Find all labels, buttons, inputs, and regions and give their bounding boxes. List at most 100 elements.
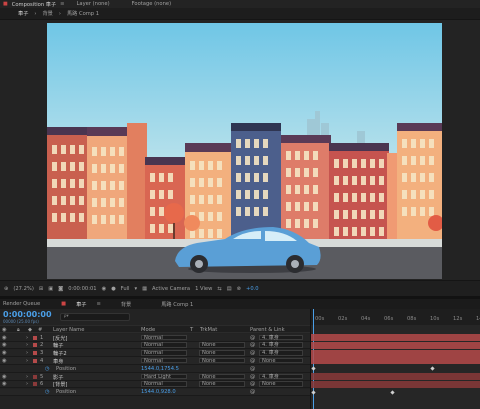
keyframe[interactable] xyxy=(430,366,435,371)
camera-dropdown[interactable]: Active Camera xyxy=(152,286,190,292)
timeline-tab-road[interactable]: 馬路 Comp 1 xyxy=(156,301,198,308)
grid-icon[interactable]: ⊞ xyxy=(39,286,43,292)
layer-name[interactable]: 輪子 xyxy=(53,342,63,349)
layer-name[interactable]: [背景] xyxy=(53,381,67,388)
label-icon[interactable]: ◆ xyxy=(28,327,32,333)
fast-preview-icon[interactable]: ⇆ xyxy=(217,286,221,292)
layer-duration-bar[interactable] xyxy=(311,357,480,365)
label-color-swatch[interactable] xyxy=(33,343,37,348)
parent-dropdown[interactable]: 4. 車身 xyxy=(259,373,303,379)
comp-tab-car[interactable]: 車子 xyxy=(12,10,34,17)
search-input[interactable]: ρ▾ xyxy=(59,313,130,321)
table-row[interactable]: ◉ › 1 [反光] Normal @ 4. 車身 xyxy=(0,334,310,342)
visibility-icon[interactable]: ◉ xyxy=(2,342,7,348)
pickwhip-icon[interactable]: @ xyxy=(250,358,255,364)
table-row[interactable]: ◉ › 4 車身 Normal None @ None xyxy=(0,357,310,365)
camera-icon[interactable]: ◙ xyxy=(58,286,63,292)
resolution-dropdown[interactable]: Full xyxy=(121,286,130,292)
tab-layer[interactable]: Layer (none) xyxy=(77,1,110,7)
layer-name[interactable]: 車身 xyxy=(53,358,63,365)
time-ruler[interactable]: 00s 02s 04s 06s 08s 10s 12s 14s xyxy=(310,309,480,325)
stopwatch-icon[interactable]: ◷ xyxy=(45,389,50,395)
layer-duration-bar[interactable] xyxy=(311,373,480,380)
column-trkmat[interactable]: TrkMat xyxy=(200,327,217,333)
expand-icon[interactable]: › xyxy=(26,342,28,348)
stopwatch-icon[interactable]: ◷ xyxy=(45,366,50,372)
pickwhip-icon[interactable]: @ xyxy=(250,381,255,387)
expand-icon[interactable]: › xyxy=(26,335,28,341)
property-value[interactable]: 1544.0,1754.5 xyxy=(141,366,179,372)
layer-duration-bar[interactable] xyxy=(311,341,480,349)
lock-icon[interactable]: 🔒︎ xyxy=(17,327,20,334)
label-color-swatch[interactable] xyxy=(33,358,37,363)
expand-icon[interactable]: › xyxy=(26,381,28,387)
tab-footage[interactable]: Footage (none) xyxy=(132,1,171,7)
label-color-swatch[interactable] xyxy=(33,374,37,379)
tab-composition[interactable]: Composition 車子 xyxy=(12,1,56,8)
exposure-value[interactable]: +0.0 xyxy=(246,286,259,292)
property-row[interactable]: ◷ Position 1544.0,1754.5 @ xyxy=(0,365,310,373)
keyframe[interactable] xyxy=(390,389,395,395)
comp-tab-background[interactable]: 背景 xyxy=(36,10,58,17)
mode-dropdown[interactable]: Normal xyxy=(141,342,187,348)
menu-icon[interactable]: ≡ xyxy=(91,301,105,307)
column-parent[interactable]: Parent & Link xyxy=(250,327,285,333)
color-icon[interactable]: ● xyxy=(111,286,116,292)
parent-dropdown[interactable]: 4. 車身 xyxy=(259,350,303,356)
trkmat-dropdown[interactable]: None xyxy=(199,373,245,379)
visibility-icon[interactable]: ◉ xyxy=(2,358,7,364)
tab-render-queue[interactable]: Render Queue xyxy=(0,301,56,307)
column-t[interactable]: T xyxy=(190,327,193,333)
viewer-timecode[interactable]: 0:00:00:01 xyxy=(68,286,96,292)
visibility-icon[interactable]: ◉ xyxy=(2,374,7,380)
zoom-dropdown[interactable]: (27.2%) xyxy=(13,286,34,292)
transparency-icon[interactable]: ▦ xyxy=(142,286,147,292)
table-row[interactable]: ◉ › 3 輪子2 Normal None @ 4. 車身 xyxy=(0,349,310,358)
timeline-tab-background[interactable]: 背景 xyxy=(116,301,136,308)
expand-icon[interactable]: › xyxy=(26,358,28,364)
parent-dropdown[interactable]: None xyxy=(259,357,303,364)
visibility-icon[interactable]: ◉ xyxy=(2,350,7,356)
mode-dropdown[interactable]: Normal xyxy=(141,357,187,364)
mode-dropdown[interactable]: Normal xyxy=(141,334,187,340)
pickwhip-icon[interactable]: @ xyxy=(250,342,255,348)
pickwhip-icon[interactable]: @ xyxy=(250,335,255,341)
menu-icon[interactable]: ≡ xyxy=(60,1,64,7)
pickwhip-icon[interactable]: @ xyxy=(250,350,255,356)
render-icon[interactable]: ▤ xyxy=(227,286,232,292)
table-row[interactable]: ◉ › 6 [背景] Normal None @ None xyxy=(0,380,310,389)
layer-name[interactable]: 影子 xyxy=(53,374,63,381)
track-area[interactable] xyxy=(310,309,480,409)
timeline-tab-car[interactable]: 車子 xyxy=(71,301,91,308)
view-layout-dropdown[interactable]: 1 View xyxy=(195,286,212,292)
property-value[interactable]: 1544.0,928.0 xyxy=(141,389,176,395)
layer-duration-bar[interactable] xyxy=(311,380,480,388)
visibility-icon[interactable]: ◉ xyxy=(2,335,7,341)
table-row[interactable]: ◉ › 2 輪子 Normal None @ 4. 車身 xyxy=(0,341,310,350)
eye-icon[interactable]: ◉ xyxy=(2,327,7,333)
pickwhip-icon[interactable]: @ xyxy=(250,374,255,380)
mode-dropdown[interactable]: Normal xyxy=(141,350,187,356)
trkmat-dropdown[interactable]: None xyxy=(199,357,245,364)
mode-dropdown[interactable]: Hard Light xyxy=(141,373,187,379)
trkmat-dropdown[interactable]: None xyxy=(199,350,245,356)
region-icon[interactable]: ▣ xyxy=(48,286,53,292)
pickwhip-icon[interactable]: @ xyxy=(250,389,255,395)
keyframe[interactable] xyxy=(311,389,316,395)
parent-dropdown[interactable]: 4. 車身 xyxy=(259,334,303,340)
layer-name[interactable]: 輪子2 xyxy=(53,350,67,357)
expand-icon[interactable]: › xyxy=(26,374,28,380)
expand-icon[interactable]: › xyxy=(26,350,28,356)
property-row[interactable]: ◷ Position 1544.0,928.0 @ xyxy=(0,388,310,397)
snapshot-icon[interactable]: ◉ xyxy=(102,286,107,292)
column-mode[interactable]: Mode xyxy=(141,327,155,333)
layer-duration-bar[interactable] xyxy=(311,349,480,357)
chevron-down-icon[interactable]: ▾ xyxy=(135,286,138,292)
trkmat-dropdown[interactable]: None xyxy=(199,381,245,387)
mode-dropdown[interactable]: Normal xyxy=(141,381,187,387)
layer-duration-bar[interactable] xyxy=(311,334,480,341)
pickwhip-icon[interactable]: @ xyxy=(250,366,255,372)
label-color-swatch[interactable] xyxy=(33,382,37,387)
visibility-icon[interactable]: ◉ xyxy=(2,381,7,387)
magnify-icon[interactable]: ⊕ xyxy=(4,286,8,292)
